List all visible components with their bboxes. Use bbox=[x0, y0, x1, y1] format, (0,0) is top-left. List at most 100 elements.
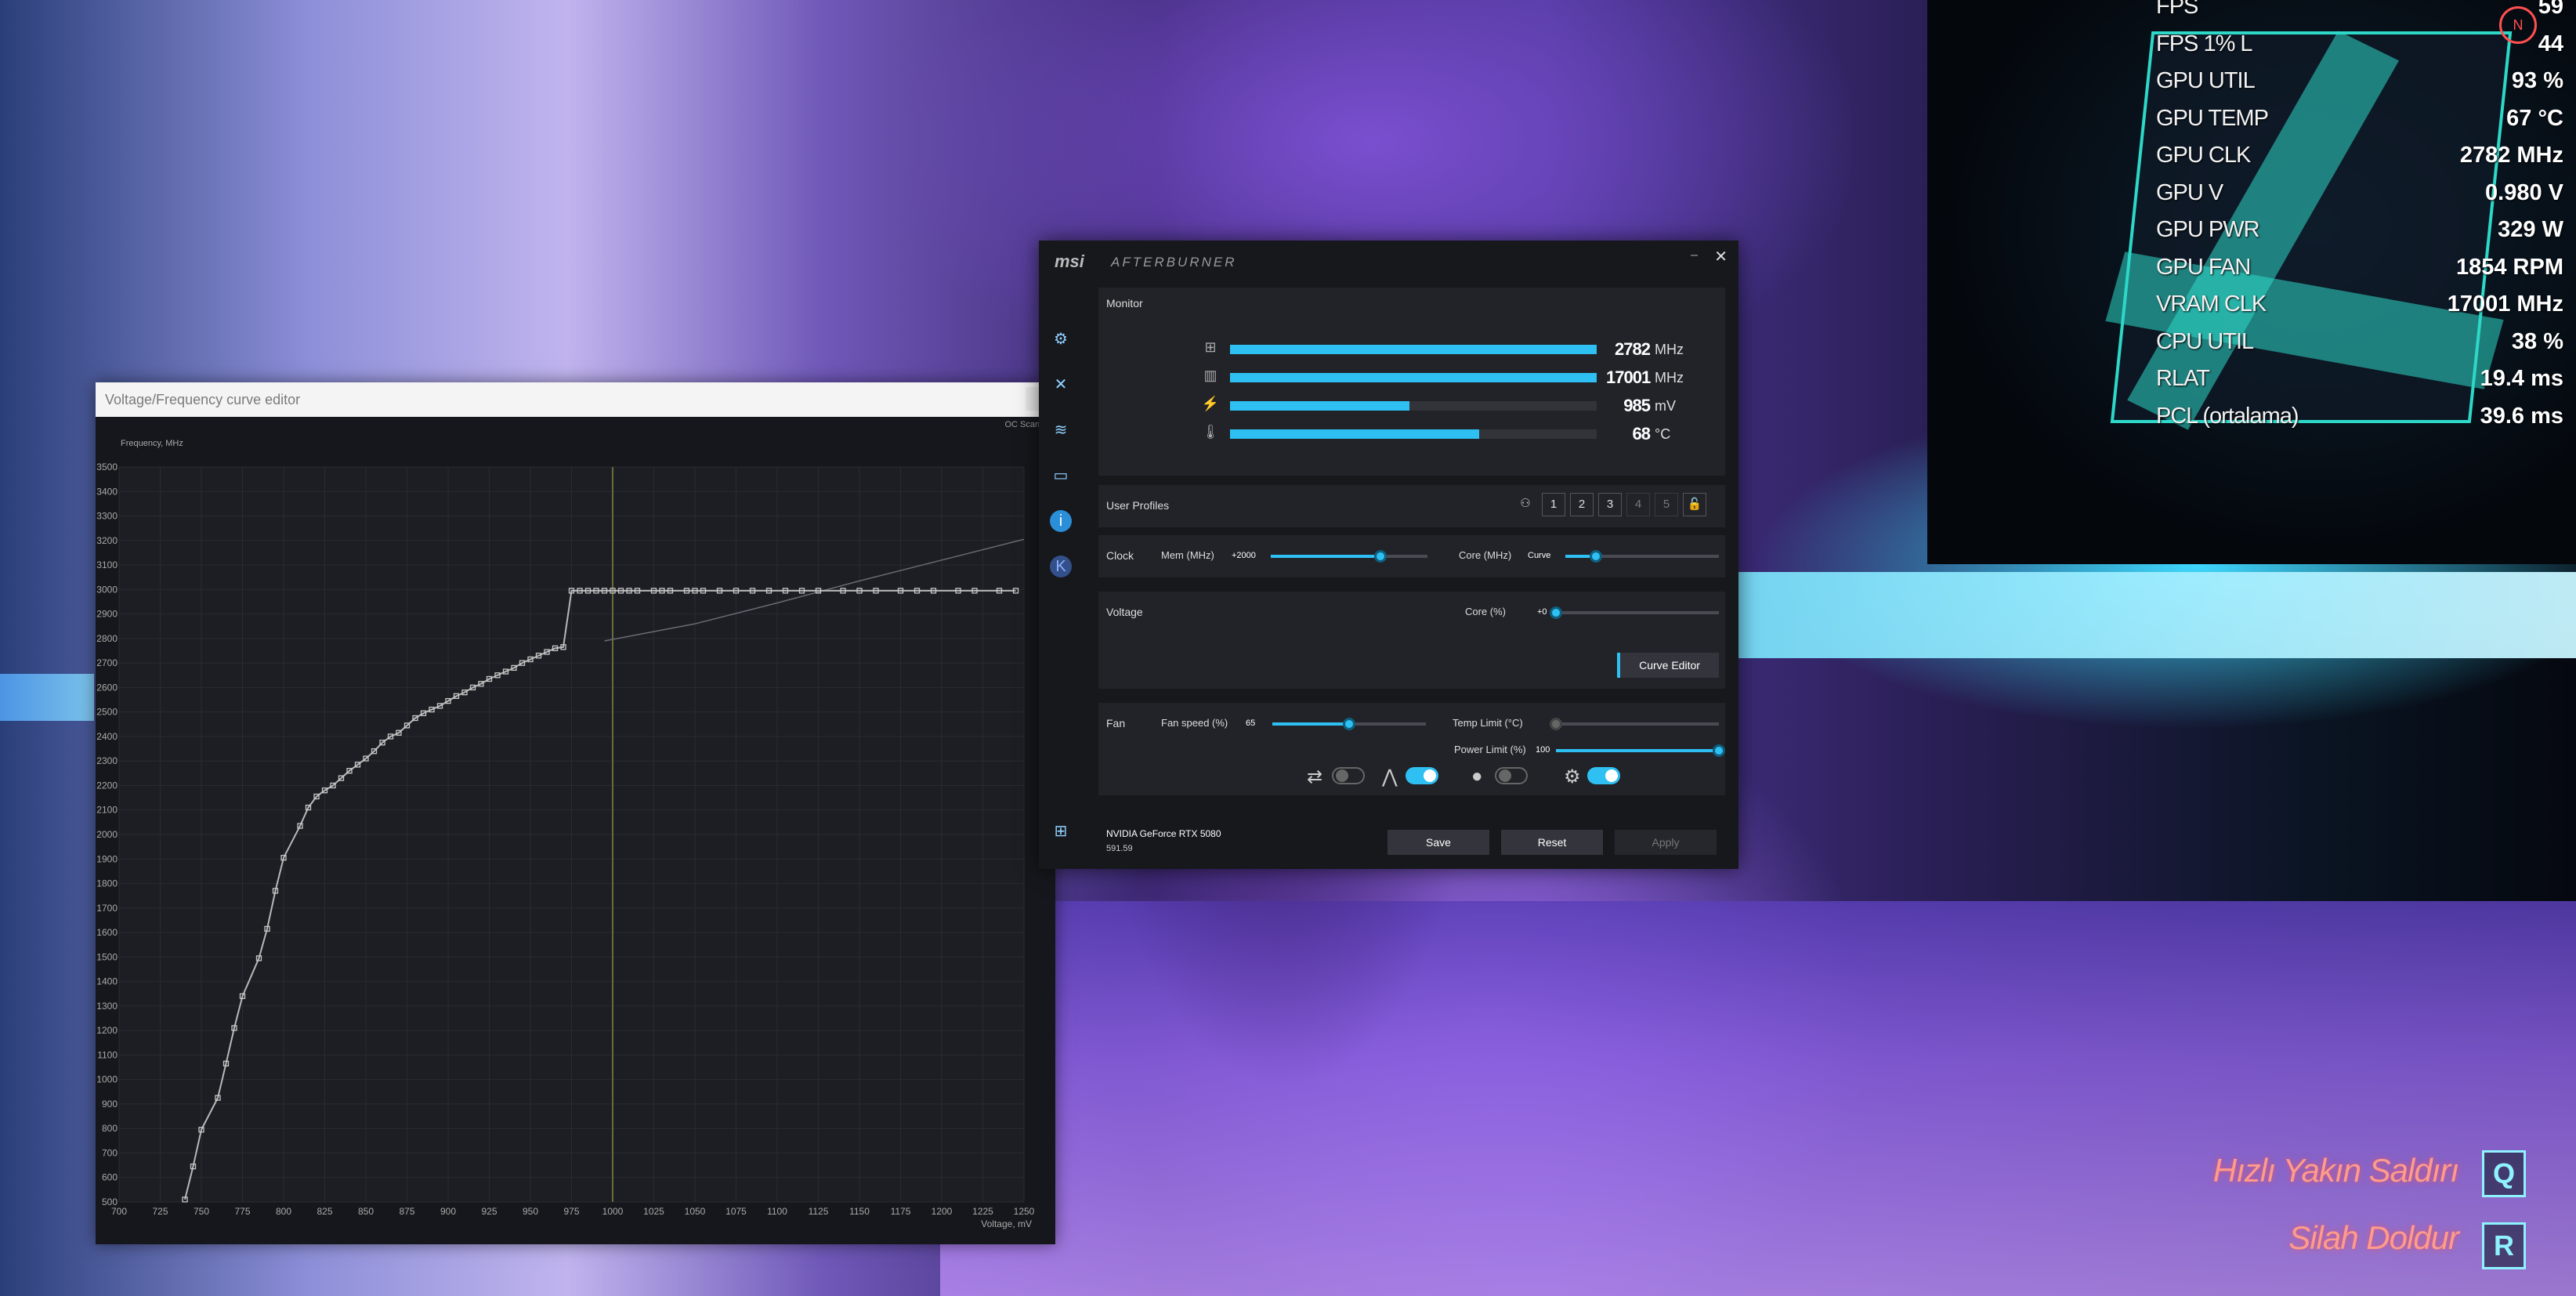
afterburner-logo: AFTERBURNER bbox=[1111, 255, 1237, 270]
profile-2-button[interactable]: 2 bbox=[1570, 493, 1594, 516]
osd-row: GPU UTIL 93 % bbox=[2156, 68, 2563, 103]
apply-button[interactable]: Apply bbox=[1615, 830, 1717, 855]
y-tick-label: 1300 bbox=[96, 1001, 118, 1012]
background-stripe bbox=[0, 674, 94, 721]
reset-button[interactable]: Reset bbox=[1501, 830, 1603, 855]
osd-label: CPU UTIL bbox=[2156, 328, 2254, 354]
auto-fan-toggle[interactable] bbox=[1406, 767, 1438, 784]
fan-curve-toggle-dot bbox=[1605, 769, 1618, 782]
lock-icon[interactable]: 🔓 bbox=[1683, 493, 1706, 516]
memory-clock-bar bbox=[1230, 373, 1597, 382]
temperature-bar-fill bbox=[1230, 429, 1480, 439]
profile-5-button[interactable]: 5 bbox=[1655, 493, 1678, 516]
y-tick-label: 2100 bbox=[96, 805, 118, 816]
user-fan-toggle[interactable] bbox=[1495, 767, 1528, 784]
core-voltage-value: +0 bbox=[1537, 607, 1547, 617]
settings-icon[interactable]: ⚙ bbox=[1050, 328, 1072, 350]
y-tick-label: 2900 bbox=[96, 609, 118, 620]
oc-scanner-icon[interactable]: ✕ bbox=[1050, 374, 1072, 396]
core-clock-label: Core (MHz) bbox=[1459, 549, 1512, 561]
close-button[interactable]: ✕ bbox=[1714, 247, 1728, 266]
x-tick-label: 1025 bbox=[643, 1206, 664, 1217]
temp-limit-slider-knob[interactable] bbox=[1550, 718, 1562, 730]
curve-editor-title[interactable]: Voltage/Frequency curve editor bbox=[96, 382, 1055, 417]
save-button[interactable]: Save bbox=[1387, 830, 1489, 855]
curve-editor-button[interactable]: Curve Editor bbox=[1617, 653, 1719, 678]
monitor-row-memory-clock: ▥ 17001 MHz bbox=[1200, 366, 1684, 389]
fan-speed-slider-knob[interactable] bbox=[1343, 718, 1355, 730]
x-tick-label: 825 bbox=[317, 1206, 332, 1217]
power-limit-slider[interactable] bbox=[1556, 744, 1725, 757]
vf-curve-chart[interactable]: 700 725 750 775 800 825 850 875 900 925 950 975 1000… bbox=[96, 453, 1055, 1244]
mem-clock-slider[interactable] bbox=[1271, 550, 1427, 563]
osd-label: GPU CLK bbox=[2156, 143, 2251, 168]
core-clock-slider[interactable] bbox=[1565, 550, 1719, 563]
y-tick-label: 1800 bbox=[96, 878, 118, 889]
osd-row: GPU PWR 329 W bbox=[2156, 217, 2563, 252]
gpu-clock-unit: MHz bbox=[1655, 342, 1684, 357]
osd-row: RLAT 19.4 ms bbox=[2156, 366, 2563, 400]
fan-speed-slider[interactable] bbox=[1272, 718, 1426, 730]
y-tick-label: 2400 bbox=[96, 731, 118, 742]
osd-label: GPU TEMP bbox=[2156, 105, 2269, 131]
osd-value: 1854 RPM bbox=[2455, 254, 2563, 280]
y-tick-label: 2600 bbox=[96, 682, 118, 693]
background-neon-light bbox=[1708, 572, 2576, 658]
osd-label: GPU PWR bbox=[2156, 217, 2260, 242]
core-voltage-slider-knob[interactable] bbox=[1550, 606, 1562, 619]
user-fan-icon: ● bbox=[1471, 766, 1483, 787]
memory-clock-value: 17001 bbox=[1606, 367, 1651, 387]
y-tick-label: 2800 bbox=[96, 633, 118, 644]
y-tick-label: 2300 bbox=[96, 755, 118, 766]
x-tick-label: 900 bbox=[440, 1206, 456, 1217]
scan-icon[interactable]: ≋ bbox=[1050, 419, 1072, 441]
x-tick-label: 1000 bbox=[602, 1206, 624, 1217]
afterburner-window: msi AFTERBURNER – ✕ ⚙ ✕ ≋ ▭ i K ⊞ Monito… bbox=[1039, 241, 1738, 869]
power-limit-slider-knob[interactable] bbox=[1713, 744, 1725, 757]
kombustor-icon[interactable]: K bbox=[1050, 556, 1072, 577]
y-tick-label: 3300 bbox=[96, 511, 118, 522]
memory-clock-bar-fill bbox=[1230, 373, 1597, 382]
windows-icon[interactable]: ⊞ bbox=[1050, 820, 1072, 842]
x-tick-label: 1150 bbox=[849, 1206, 870, 1217]
monitor-row-gpu-clock: ⊞ 2782 MHz bbox=[1200, 338, 1684, 361]
profile-1-button[interactable]: 1 bbox=[1542, 493, 1565, 516]
auto-fan-toggle-dot bbox=[1424, 769, 1436, 782]
sync-toggle-dot bbox=[1336, 769, 1348, 782]
y-tick-label: 1500 bbox=[96, 951, 118, 962]
y-tick-label: 2700 bbox=[96, 657, 118, 668]
sync-toggle[interactable] bbox=[1332, 767, 1365, 784]
clock-panel: Clock Mem (MHz) +2000 Core (MHz) Curve bbox=[1098, 535, 1725, 577]
minimize-button[interactable]: – bbox=[1691, 248, 1698, 262]
monitor-icon[interactable]: ▭ bbox=[1050, 465, 1072, 487]
profile-3-button[interactable]: 3 bbox=[1598, 493, 1622, 516]
osd-value: 67 °C bbox=[2506, 105, 2563, 131]
gpu-chip-icon: ⊞ bbox=[1204, 339, 1217, 355]
core-voltage-slider[interactable] bbox=[1550, 606, 1719, 619]
hint-melee-key: Q bbox=[2482, 1150, 2526, 1197]
temperature-bar bbox=[1230, 429, 1597, 439]
y-tick-label: 1900 bbox=[96, 853, 118, 864]
x-tick-label: 1250 bbox=[1014, 1206, 1035, 1217]
osd-value: 38 % bbox=[2511, 328, 2563, 354]
memory-clock-unit: MHz bbox=[1655, 370, 1684, 386]
temp-limit-slider[interactable] bbox=[1550, 718, 1719, 730]
x-tick-label: 725 bbox=[152, 1206, 168, 1217]
profiles-title: User Profiles bbox=[1106, 499, 1170, 512]
info-icon[interactable]: i bbox=[1050, 510, 1072, 532]
sync-icon: ⇄ bbox=[1307, 766, 1323, 787]
core-clock-slider-knob[interactable] bbox=[1590, 550, 1603, 563]
profiles-panel: User Profiles ⚇ 1 2 3 4 5 🔓 bbox=[1098, 485, 1725, 527]
fan-speed-value: 65 bbox=[1246, 719, 1256, 728]
profile-4-button[interactable]: 4 bbox=[1626, 493, 1650, 516]
core-clock-value: Curve bbox=[1528, 551, 1551, 560]
gpu-clock-bar bbox=[1230, 345, 1597, 354]
osd-row: VRAM CLK 17001 MHz bbox=[2156, 291, 2563, 326]
x-tick-label: 975 bbox=[563, 1206, 579, 1217]
osd-label: FPS bbox=[2156, 0, 2198, 19]
fan-curve-toggle[interactable] bbox=[1587, 767, 1620, 784]
mem-clock-slider-knob[interactable] bbox=[1374, 550, 1387, 563]
osd-row: GPU FAN 1854 RPM bbox=[2156, 255, 2563, 289]
fan-title: Fan bbox=[1106, 717, 1126, 729]
monitor-row-temperature: 🌡 68 °C bbox=[1200, 422, 1671, 446]
